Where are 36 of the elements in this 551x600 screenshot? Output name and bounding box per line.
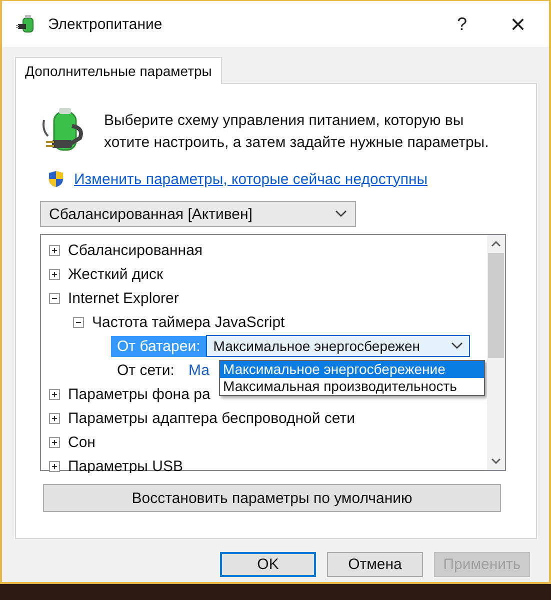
- shield-icon: [48, 170, 64, 188]
- expand-icon[interactable]: [49, 460, 60, 472]
- tree-item[interactable]: Internet Explorer: [68, 290, 179, 306]
- window-title: Электропитание: [48, 16, 164, 32]
- change-settings-link[interactable]: Изменить параметры, которые сейчас недоступны: [74, 170, 428, 188]
- close-button[interactable]: ×: [495, 6, 541, 42]
- restore-defaults-button[interactable]: Восстановить параметры по умолчанию: [43, 484, 501, 512]
- tree-item[interactable]: Сон: [68, 434, 96, 450]
- tree-item[interactable]: Жесткий диск: [68, 266, 164, 282]
- instruction-text: Выберите схему управления питанием, которую вы хотите настроить, а затем задайте нужные параметры.: [104, 111, 490, 153]
- dropdown-option[interactable]: Максимальная производительность: [220, 378, 484, 395]
- chevron-down-icon: [335, 210, 347, 218]
- tree-item[interactable]: Частота таймера JavaScript: [92, 314, 285, 330]
- tree-item[interactable]: Параметры фона ра: [68, 386, 210, 402]
- tab[interactable]: Дополнительные параметры: [15, 57, 222, 84]
- setting-label[interactable]: От сети:: [111, 360, 180, 380]
- expand-icon[interactable]: [49, 388, 60, 400]
- help-button[interactable]: ?: [439, 6, 485, 42]
- value-dropdown[interactable]: Максимальное энергосбережен: [206, 335, 470, 357]
- collapse-icon[interactable]: [49, 292, 60, 304]
- setting-value-link[interactable]: Ма: [188, 362, 210, 378]
- collapse-icon[interactable]: [73, 316, 84, 328]
- chevron-down-icon: [451, 342, 464, 350]
- expand-icon[interactable]: [49, 412, 60, 424]
- expand-icon[interactable]: [49, 268, 60, 280]
- scroll-down-icon[interactable]: [491, 458, 501, 465]
- dropdown-option[interactable]: Максимальное энергосбережение: [220, 361, 484, 378]
- dialog-button[interactable]: OK: [220, 552, 316, 577]
- expand-icon[interactable]: [49, 436, 60, 448]
- scroll-up-icon[interactable]: [491, 240, 501, 247]
- power-plan-dropdown[interactable]: Сбалансированная [Активен]: [40, 201, 356, 227]
- expand-icon[interactable]: [49, 244, 60, 256]
- dialog-button[interactable]: Отмена: [327, 552, 423, 577]
- tree-item[interactable]: Параметры адаптера беспроводной сети: [68, 410, 355, 426]
- tree-item[interactable]: Сбалансированная: [68, 242, 203, 258]
- scrollbar[interactable]: [487, 235, 505, 470]
